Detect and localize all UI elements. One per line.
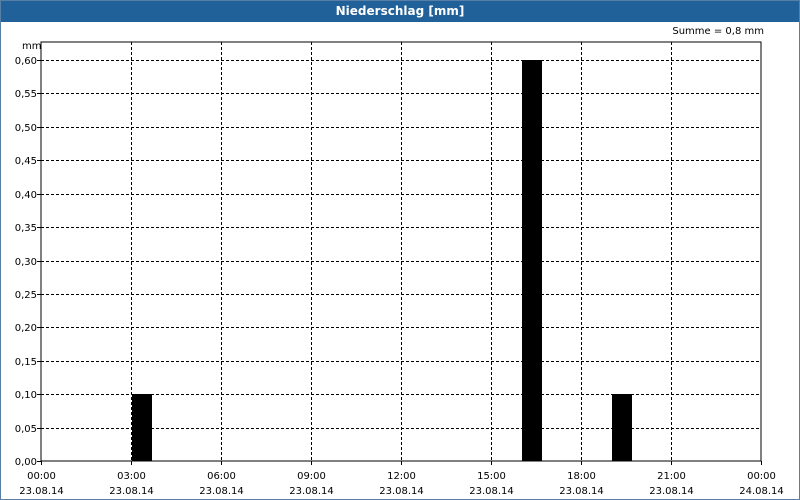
x-tick-time-label: 18:00 — [567, 471, 596, 482]
y-tick-label: 0,30 — [15, 257, 37, 268]
y-tick-label: 0,10 — [15, 390, 37, 401]
y-tick-label: 0,20 — [15, 323, 37, 334]
x-tick-time-label: 00:00 — [27, 471, 56, 482]
x-tick-date-label: 24.08.14 — [739, 486, 784, 497]
x-tick-date-label: 23.08.14 — [199, 486, 244, 497]
x-tick-time-label: 03:00 — [117, 471, 146, 482]
x-tick-date-label: 23.08.14 — [469, 486, 514, 497]
y-tick-label: 0,40 — [15, 190, 37, 201]
y-tick-label: 0,25 — [15, 290, 37, 301]
x-tick-time-label: 09:00 — [297, 471, 326, 482]
precipitation-chart: 0,00 0,05 0,10 0,15 0,20 0,25 0,30 0,35 0,40 0,45… — [15, 41, 784, 497]
x-tick-date-label: 23.08.14 — [289, 486, 334, 497]
y-tick-label: 0,05 — [15, 424, 37, 435]
x-tick-date-label: 23.08.14 — [19, 486, 64, 497]
x-tick-date-label: 23.08.14 — [559, 486, 604, 497]
x-tick-date-label: 23.08.14 — [109, 486, 154, 497]
x-tick-date-label: 23.08.14 — [379, 486, 424, 497]
y-tick-label: 0,00 — [15, 457, 37, 468]
precipitation-bar — [522, 60, 542, 461]
x-tick-time-label: 21:00 — [657, 471, 686, 482]
y-tick-label: 0,35 — [15, 223, 37, 234]
y-tick-label: 0,45 — [15, 156, 37, 167]
sum-label: Summe = 0,8 mm — [672, 26, 764, 37]
precipitation-bar — [132, 394, 152, 461]
x-tick-time-label: 15:00 — [477, 471, 506, 482]
x-tick-time-label: 00:00 — [747, 471, 776, 482]
x-tick-time-label: 06:00 — [207, 471, 236, 482]
y-tick-label: 0,50 — [15, 123, 37, 134]
y-tick-label: 0,55 — [15, 89, 37, 100]
precipitation-bar — [612, 394, 632, 461]
y-axis-unit-label: mm — [22, 41, 42, 52]
x-tick-date-label: 23.08.14 — [649, 486, 694, 497]
y-tick-label: 0,60 — [15, 56, 37, 67]
x-tick-time-label: 12:00 — [387, 471, 416, 482]
y-tick-label: 0,15 — [15, 357, 37, 368]
